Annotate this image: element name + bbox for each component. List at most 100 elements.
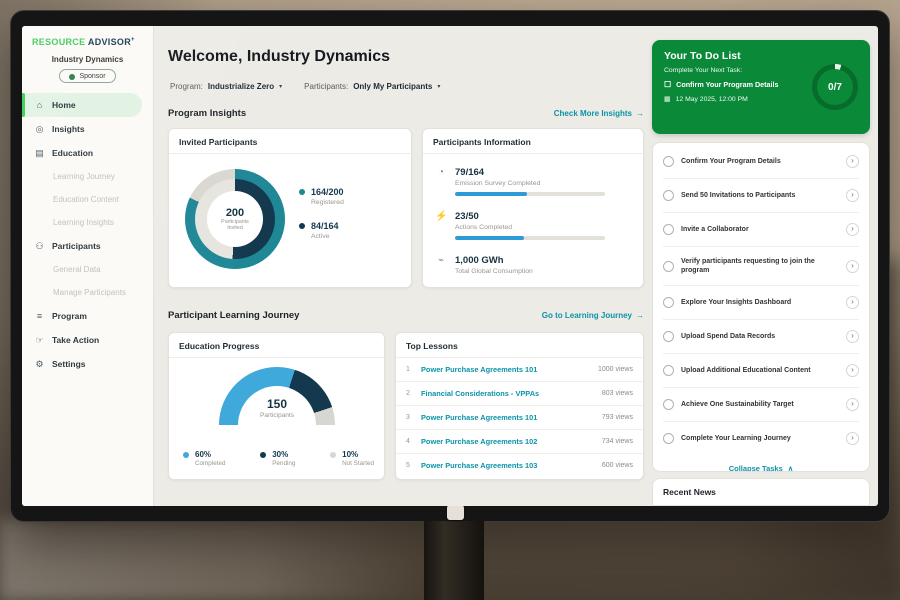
lesson-views: 1000 views xyxy=(598,366,633,373)
task-row[interactable]: Upload Additional Educational Content › xyxy=(663,354,859,388)
task-checkbox[interactable] xyxy=(663,190,674,201)
recent-news-card: Recent News xyxy=(652,478,870,506)
chevron-right-icon[interactable]: › xyxy=(846,189,859,202)
participants-information-card: Participants Information ◔ 79/164 Emissi… xyxy=(422,128,644,288)
arrow-right-icon: → xyxy=(636,311,644,320)
legend-value: 84/164 xyxy=(311,221,339,231)
metric-label: Total Global Consumption xyxy=(455,268,533,275)
task-row[interactable]: Explore Your Insights Dashboard › xyxy=(663,286,859,320)
task-checkbox[interactable] xyxy=(663,261,674,272)
survey-icon: ◔ xyxy=(435,167,447,196)
link-label: Go to Learning Journey xyxy=(542,311,632,320)
chevron-right-icon[interactable]: › xyxy=(846,330,859,343)
sidebar-item-home[interactable]: ⌂ Home xyxy=(22,93,142,117)
collapse-icon: ∧ xyxy=(788,464,794,472)
legend-value: 164/200 xyxy=(311,187,344,197)
task-row[interactable]: Invite a Collaborator › xyxy=(663,213,859,247)
lesson-rank: 4 xyxy=(406,438,413,445)
section-title: Program Insights xyxy=(168,108,246,119)
sponsor-badge[interactable]: Sponsor xyxy=(59,69,115,83)
sidebar-item-label: Take Action xyxy=(52,335,99,345)
monitor-power-button xyxy=(447,505,464,520)
progress-fill xyxy=(455,236,524,240)
chevron-right-icon[interactable]: › xyxy=(846,155,859,168)
lesson-row[interactable]: 1 Power Purchase Agreements 101 1000 vie… xyxy=(396,358,643,382)
legend-item: 84/164 Active xyxy=(299,221,344,240)
sidebar-item-label: Manage Participants xyxy=(53,288,126,297)
lesson-link[interactable]: Power Purchase Agreements 102 xyxy=(421,437,594,446)
program-filter[interactable]: Program: Industrialize Zero ▾ xyxy=(170,82,282,91)
sidebar-item-take-action[interactable]: ☞ Take Action xyxy=(22,328,153,352)
sidebar-item-education-content[interactable]: Education Content xyxy=(22,188,153,211)
task-checkbox[interactable] xyxy=(663,331,674,342)
lesson-link[interactable]: Power Purchase Agreements 101 xyxy=(421,413,594,422)
sidebar-item-learning-journey[interactable]: Learning Journey xyxy=(22,165,153,188)
actions-completed-row: ⚡ 23/50 Actions Completed xyxy=(435,211,605,240)
sidebar-item-participants[interactable]: ⚇ Participants xyxy=(22,234,153,258)
metric-value: 79/164 xyxy=(455,167,605,178)
chevron-right-icon[interactable]: › xyxy=(846,296,859,309)
sidebar-item-manage-participants[interactable]: Manage Participants xyxy=(22,281,153,304)
sidebar-item-program[interactable]: ≡ Program xyxy=(22,304,153,328)
lesson-link[interactable]: Power Purchase Agreements 103 xyxy=(421,461,594,470)
task-row[interactable]: Verify participants requesting to join t… xyxy=(663,247,859,286)
lesson-link[interactable]: Power Purchase Agreements 101 xyxy=(421,365,590,374)
check-more-insights-link[interactable]: Check More Insights → xyxy=(554,109,644,118)
chevron-right-icon[interactable]: › xyxy=(846,398,859,411)
chevron-right-icon[interactable]: › xyxy=(846,364,859,377)
legend-label: Registered xyxy=(311,199,344,206)
legend-label: Completed xyxy=(195,460,225,467)
app-logo: RESOURCE ADVISOR+ xyxy=(22,26,153,47)
lesson-rank: 1 xyxy=(406,366,413,373)
task-checkbox[interactable] xyxy=(663,433,674,444)
sidebar-item-label: Education Content xyxy=(53,195,119,204)
lesson-row[interactable]: 4 Power Purchase Agreements 102 734 view… xyxy=(396,430,643,454)
task-checkbox[interactable] xyxy=(663,224,674,235)
participants-filter[interactable]: Participants: Only My Participants ▾ xyxy=(304,82,440,91)
lesson-row[interactable]: 5 Power Purchase Agreements 103 600 view… xyxy=(396,454,643,477)
task-row[interactable]: Upload Spend Data Records › xyxy=(663,320,859,354)
task-checkbox[interactable] xyxy=(663,156,674,167)
todo-summary-card: Your To Do List Complete Your Next Task:… xyxy=(652,40,870,134)
sidebar-item-learning-insights[interactable]: Learning Insights xyxy=(22,211,153,234)
consumption-icon: ⌁ xyxy=(435,255,447,280)
participants-filter-value: Only My Participants xyxy=(353,82,432,91)
gauge-center: 150 Participants xyxy=(219,397,335,419)
metric-value: 23/50 xyxy=(455,211,605,222)
lesson-rank: 2 xyxy=(406,390,413,397)
chevron-right-icon[interactable]: › xyxy=(846,260,859,273)
sidebar-item-settings[interactable]: ⚙ Settings xyxy=(22,352,153,376)
card-title: Participants Information xyxy=(423,129,643,154)
sidebar-item-education[interactable]: ▤ Education xyxy=(22,141,153,165)
invited-participants-card: Invited Participants 200 Participants In… xyxy=(168,128,412,288)
task-checkbox[interactable] xyxy=(663,365,674,376)
next-task-label: Confirm Your Program Details xyxy=(676,80,778,89)
sidebar-item-label: Settings xyxy=(52,359,86,369)
todo-progress-value: 0/7 xyxy=(812,64,858,110)
collapse-tasks-link[interactable]: Collapse Tasks ∧ xyxy=(663,455,859,472)
sidebar-item-label: Education xyxy=(52,148,93,158)
background-desk xyxy=(0,520,430,600)
task-row[interactable]: Achieve One Sustainability Target › xyxy=(663,388,859,422)
section-title: Participant Learning Journey xyxy=(168,310,299,321)
lesson-link[interactable]: Financial Considerations - VPPAs xyxy=(421,389,594,398)
sidebar-item-label: Learning Journey xyxy=(53,172,115,181)
task-row[interactable]: Confirm Your Program Details › xyxy=(663,145,859,179)
task-row[interactable]: Send 50 Invitations to Participants › xyxy=(663,179,859,213)
go-to-learning-journey-link[interactable]: Go to Learning Journey → xyxy=(542,311,644,320)
task-checkbox[interactable] xyxy=(663,399,674,410)
task-row[interactable]: Complete Your Learning Journey › xyxy=(663,422,859,455)
lesson-rank: 5 xyxy=(406,462,413,469)
task-checkbox[interactable] xyxy=(663,297,674,308)
recent-news-title: Recent News xyxy=(663,487,859,497)
chevron-right-icon[interactable]: › xyxy=(846,223,859,236)
actions-icon: ⚡ xyxy=(435,211,447,240)
checkbox-icon[interactable]: ☐ xyxy=(664,80,671,89)
sidebar-item-insights[interactable]: ◎ Insights xyxy=(22,117,153,141)
sidebar-item-general-data[interactable]: General Data xyxy=(22,258,153,281)
filters: Program: Industrialize Zero ▾ Participan… xyxy=(170,82,440,91)
legend-value: 60% xyxy=(195,450,225,459)
lesson-row[interactable]: 2 Financial Considerations - VPPAs 803 v… xyxy=(396,382,643,406)
lesson-row[interactable]: 3 Power Purchase Agreements 101 793 view… xyxy=(396,406,643,430)
chevron-right-icon[interactable]: › xyxy=(846,432,859,445)
